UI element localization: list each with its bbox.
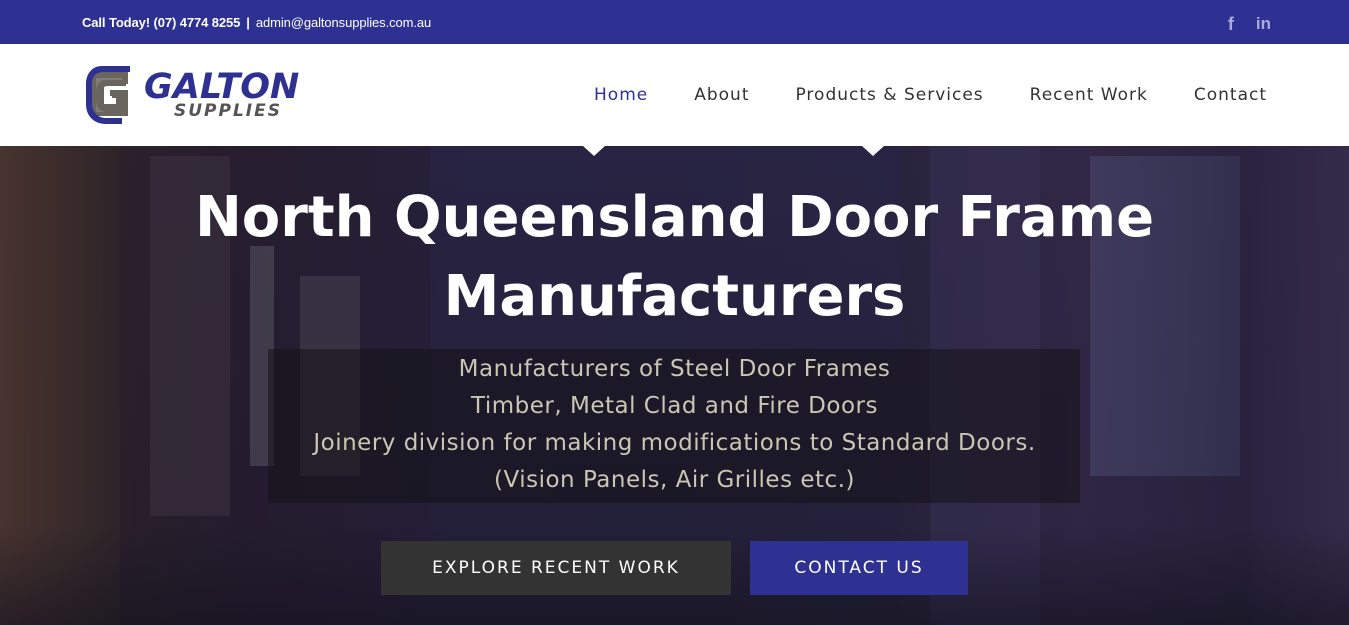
nav-item-about[interactable]: About	[694, 85, 749, 105]
hero-title-line-1: North Queensland Door Frame	[194, 185, 1155, 250]
topbar-separator: |	[246, 14, 250, 30]
topbar-contact-info: Call Today! (07) 4774 8255 | admin@galto…	[82, 15, 431, 30]
hero-section: North Queensland Door Frame Manufacturer…	[0, 146, 1349, 625]
explore-recent-work-button[interactable]: EXPLORE RECENT WORK	[381, 541, 731, 595]
hero-subtitle-line: (Vision Panels, Air Grilles etc.)	[494, 467, 855, 493]
hero-subtitle: Manufacturers of Steel Door Frames Timbe…	[0, 351, 1349, 499]
hero-subtitle-line: Manufacturers of Steel Door Frames	[458, 356, 891, 382]
submenu-caret-icon	[862, 146, 884, 156]
topbar-phone[interactable]: Call Today! (07) 4774 8255	[82, 15, 240, 30]
hero-subtitle-line: Joinery division for making modification…	[313, 430, 1036, 456]
top-bar: Call Today! (07) 4774 8255 | admin@galto…	[0, 0, 1349, 44]
site-header: GALTON SUPPLIES Home About Products & Se…	[0, 44, 1349, 146]
nav-item-recent-work[interactable]: Recent Work	[1030, 85, 1148, 105]
logo-tagline: SUPPLIES	[174, 101, 282, 121]
hero-subtitle-line: Timber, Metal Clad and Fire Doors	[471, 393, 878, 419]
galton-logo-mark-icon	[86, 66, 130, 124]
social-links: f in	[1228, 10, 1271, 35]
linkedin-icon[interactable]: in	[1256, 14, 1271, 34]
nav-item-contact[interactable]: Contact	[1194, 85, 1267, 105]
hero-title: North Queensland Door Frame Manufacturer…	[0, 178, 1349, 336]
contact-us-button[interactable]: CONTACT US	[750, 541, 968, 595]
nav-item-home[interactable]: Home	[594, 85, 648, 105]
active-nav-caret-icon	[583, 146, 605, 156]
logo-name: GALTON	[144, 67, 300, 107]
facebook-icon[interactable]: f	[1228, 14, 1234, 35]
nav-item-products-services[interactable]: Products & Services	[795, 85, 983, 105]
hero-title-line-2: Manufacturers	[443, 264, 906, 329]
topbar-email[interactable]: admin@galtonsupplies.com.au	[256, 15, 431, 30]
site-logo[interactable]: GALTON SUPPLIES	[82, 64, 299, 126]
main-nav: Home About Products & Services Recent Wo…	[594, 85, 1267, 105]
